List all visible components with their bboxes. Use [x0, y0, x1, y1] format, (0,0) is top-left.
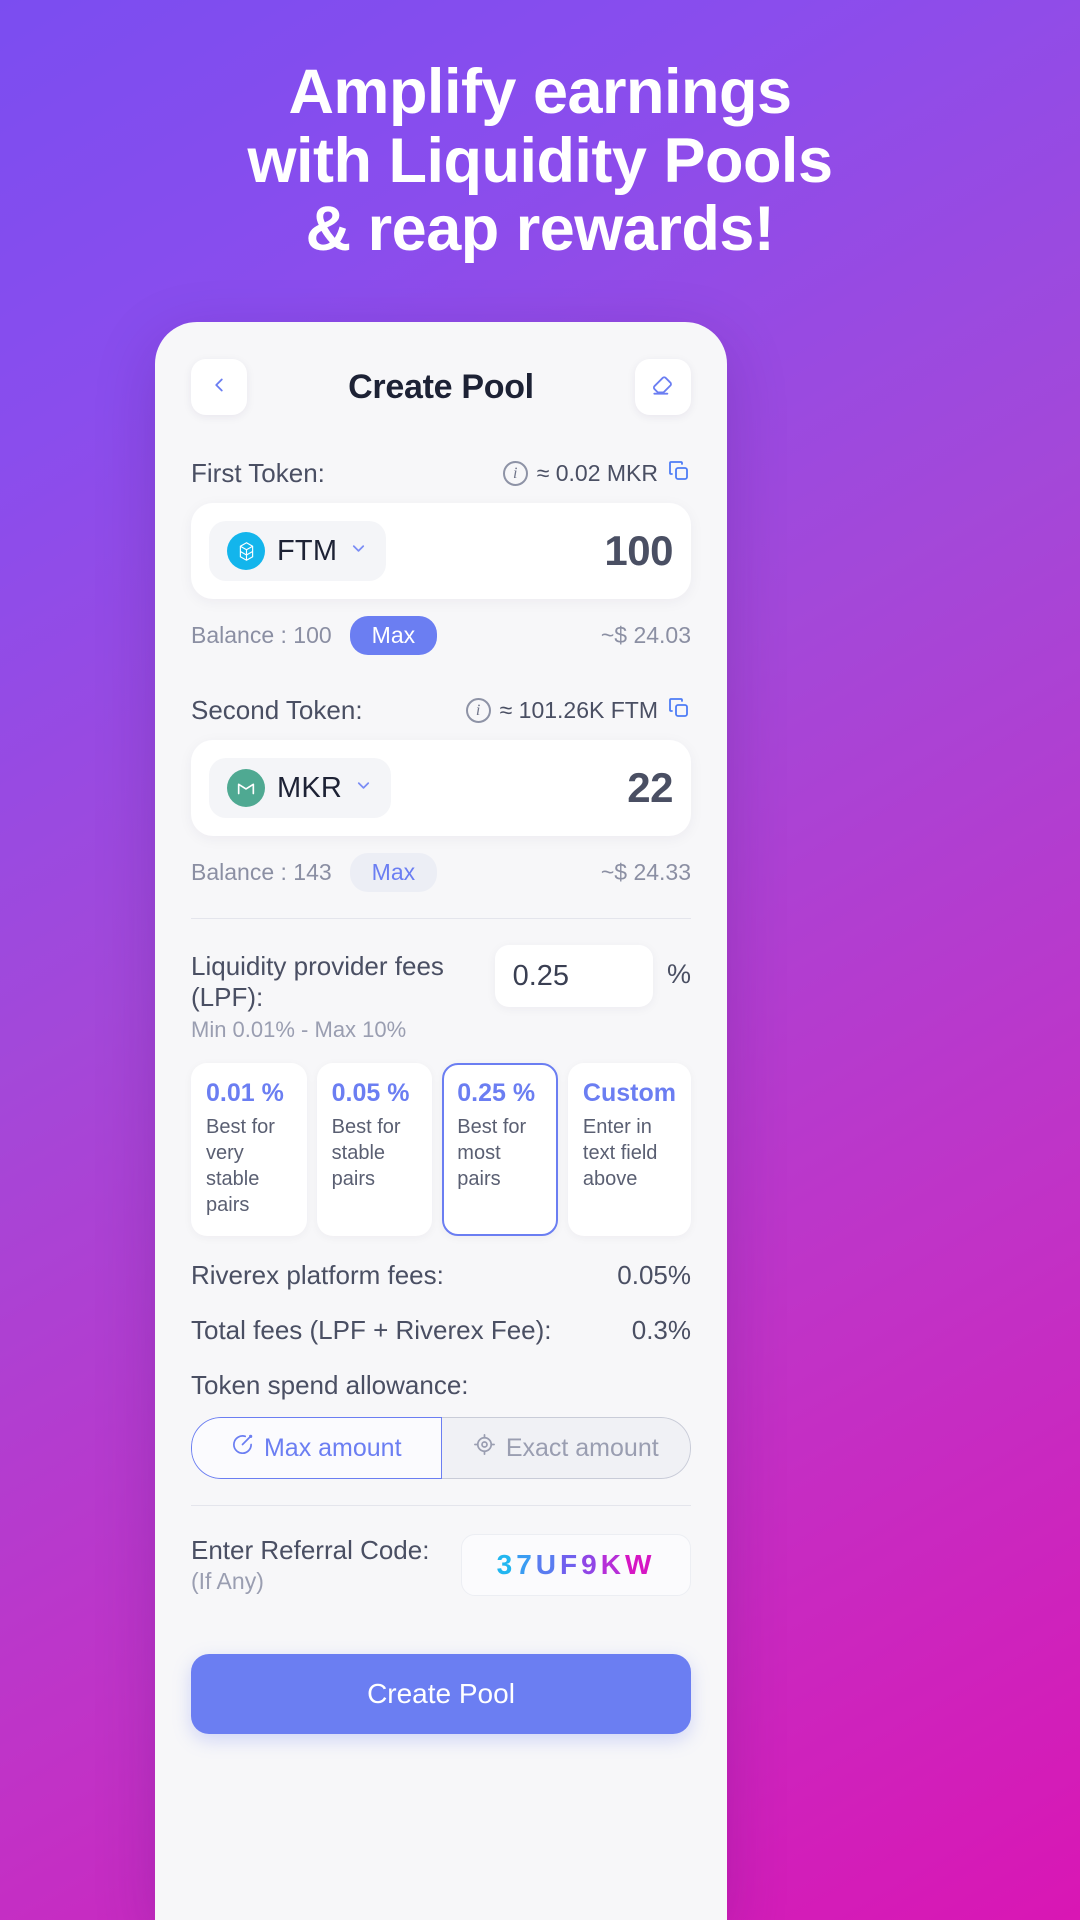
divider-fees — [191, 918, 691, 919]
info-icon[interactable]: i — [465, 698, 491, 723]
allowance-exact-option[interactable]: Exact amount — [441, 1417, 691, 1479]
total-fee-value: 0.3% — [631, 1315, 691, 1345]
ftm-token-icon — [227, 532, 265, 570]
app-bar: Create Pool — [155, 322, 727, 452]
referral-label: Enter Referral Code: — [191, 1535, 430, 1565]
lpf-preset-0[interactable]: 0.01 % Best for very stable pairs — [191, 1063, 307, 1236]
hero-line-2: with Liquidity Pools — [247, 125, 833, 196]
first-token-approx-value: ≈ 0.02 MKR — [536, 460, 658, 486]
referral-code-input[interactable]: 3 7 U F 9 K W — [461, 1534, 691, 1596]
referral-row: Enter Referral Code: (If Any) 3 7 U F 9 … — [191, 1534, 691, 1596]
referral-texts: Enter Referral Code: (If Any) — [191, 1535, 429, 1595]
divider-referral — [191, 1505, 691, 1506]
create-pool-button[interactable]: Create Pool — [191, 1654, 691, 1734]
phone-mockup: Create Pool First Token: i ≈ 0.02 MKR FT… — [155, 322, 727, 1920]
lpf-input[interactable]: 0.25 — [494, 945, 653, 1007]
chevron-down-icon — [349, 539, 368, 563]
first-token-header: First Token: i ≈ 0.02 MKR — [191, 458, 691, 489]
mkr-token-icon — [227, 769, 265, 807]
second-token-usd-value: ~$ 24.33 — [600, 859, 691, 885]
referral-char: U — [535, 1549, 561, 1580]
chevron-down-icon — [354, 776, 373, 800]
lpf-preset-1[interactable]: 0.05 % Best for stable pairs — [316, 1063, 433, 1236]
copy-icon[interactable] — [667, 696, 691, 726]
second-token-approx: i ≈ 101.26K FTM — [465, 696, 691, 726]
referral-char: 7 — [516, 1549, 536, 1580]
pie-chart-icon — [231, 1433, 254, 1463]
second-token-balance: Balance : 143 — [191, 859, 332, 885]
platform-fee-label: Riverex platform fees: — [191, 1260, 444, 1290]
first-token-approx: i ≈ 0.02 MKR — [502, 459, 691, 489]
lpf-texts: Liquidity provider fees (LPF): Min 0.01%… — [191, 945, 495, 1043]
second-token-selector[interactable]: MKR — [209, 758, 392, 818]
allowance-max-option[interactable]: Max amount — [191, 1417, 442, 1479]
lpf-preset-desc: Enter in text field above — [582, 1116, 658, 1190]
lpf-preset-value: 0.01 % — [206, 1079, 284, 1107]
target-icon — [473, 1433, 496, 1463]
first-token-input-card[interactable]: FTM 100 — [191, 503, 691, 599]
first-token-amount[interactable]: 100 — [604, 527, 673, 575]
lpf-preset-custom[interactable]: Custom Enter in text field above — [567, 1063, 691, 1236]
allowance-exact-label: Exact amount — [505, 1433, 659, 1462]
form-body: First Token: i ≈ 0.02 MKR FTM 100 Balanc… — [155, 458, 727, 1734]
second-token-approx-value: ≈ 101.26K FTM — [499, 697, 658, 723]
referral-char: 9 — [581, 1549, 601, 1580]
allowance-max-label: Max amount — [263, 1433, 402, 1462]
lpf-preset-list: 0.01 % Best for very stable pairs 0.05 %… — [191, 1063, 691, 1236]
referral-char: F — [560, 1549, 582, 1580]
total-fee-label: Total fees (LPF + Riverex Fee): — [191, 1315, 552, 1345]
info-icon[interactable]: i — [502, 461, 528, 486]
lpf-preset-desc: Best for most pairs — [457, 1116, 527, 1190]
back-button[interactable] — [191, 359, 247, 415]
copy-icon[interactable] — [667, 459, 691, 489]
lpf-percent-sign: % — [666, 959, 691, 989]
chevron-left-icon — [208, 374, 230, 401]
total-fee-row: Total fees (LPF + Riverex Fee): 0.3% — [191, 1315, 691, 1346]
second-token-amount[interactable]: 22 — [627, 764, 673, 812]
allowance-label: Token spend allowance: — [191, 1370, 469, 1400]
lpf-preset-2[interactable]: 0.25 % Best for most pairs — [442, 1063, 558, 1236]
hero-headline: Amplify earnings with Liquidity Pools & … — [0, 58, 1080, 264]
first-token-symbol: FTM — [277, 534, 338, 567]
referral-char: 3 — [496, 1549, 517, 1580]
first-token-selector[interactable]: FTM — [209, 521, 387, 581]
clear-form-button[interactable] — [635, 359, 691, 415]
lpf-preset-value: 0.25 % — [457, 1079, 536, 1107]
platform-fee-value: 0.05% — [617, 1260, 691, 1290]
lpf-preset-desc: Best for stable pairs — [331, 1116, 401, 1190]
second-token-symbol: MKR — [277, 771, 343, 804]
referral-char: K — [600, 1549, 625, 1580]
allowance-segmented-control: Max amount Exact amount — [191, 1417, 691, 1479]
second-token-max-button[interactable]: Max — [349, 853, 438, 892]
lpf-row: Liquidity provider fees (LPF): Min 0.01%… — [191, 945, 691, 1043]
platform-fee-row: Riverex platform fees: 0.05% — [191, 1260, 691, 1291]
referral-sublabel: (If Any) — [191, 1568, 264, 1594]
first-token-usd-value: ~$ 24.03 — [600, 622, 691, 648]
first-token-balance-row: Balance : 100 Max ~$ 24.03 — [191, 616, 691, 655]
lpf-title: Liquidity provider fees (LPF): — [191, 951, 444, 1012]
second-token-label: Second Token: — [191, 695, 363, 725]
lpf-preset-value: 0.05 % — [331, 1079, 410, 1107]
hero-line-3: & reap rewards! — [305, 194, 775, 265]
first-token-max-button[interactable]: Max — [349, 616, 438, 655]
lpf-subtitle: Min 0.01% - Max 10% — [191, 1017, 407, 1042]
eraser-icon — [650, 372, 676, 403]
lpf-preset-desc: Best for very stable pairs — [206, 1116, 275, 1216]
hero-line-1: Amplify earnings — [288, 57, 792, 127]
second-token-balance-row: Balance : 143 Max ~$ 24.33 — [191, 853, 691, 892]
second-token-input-card[interactable]: MKR 22 — [191, 740, 691, 836]
second-token-header: Second Token: i ≈ 101.26K FTM — [191, 695, 691, 726]
referral-char: W — [624, 1549, 656, 1580]
first-token-balance: Balance : 100 — [191, 622, 332, 648]
lpf-preset-value: Custom — [582, 1079, 676, 1107]
first-token-label: First Token: — [191, 458, 325, 488]
